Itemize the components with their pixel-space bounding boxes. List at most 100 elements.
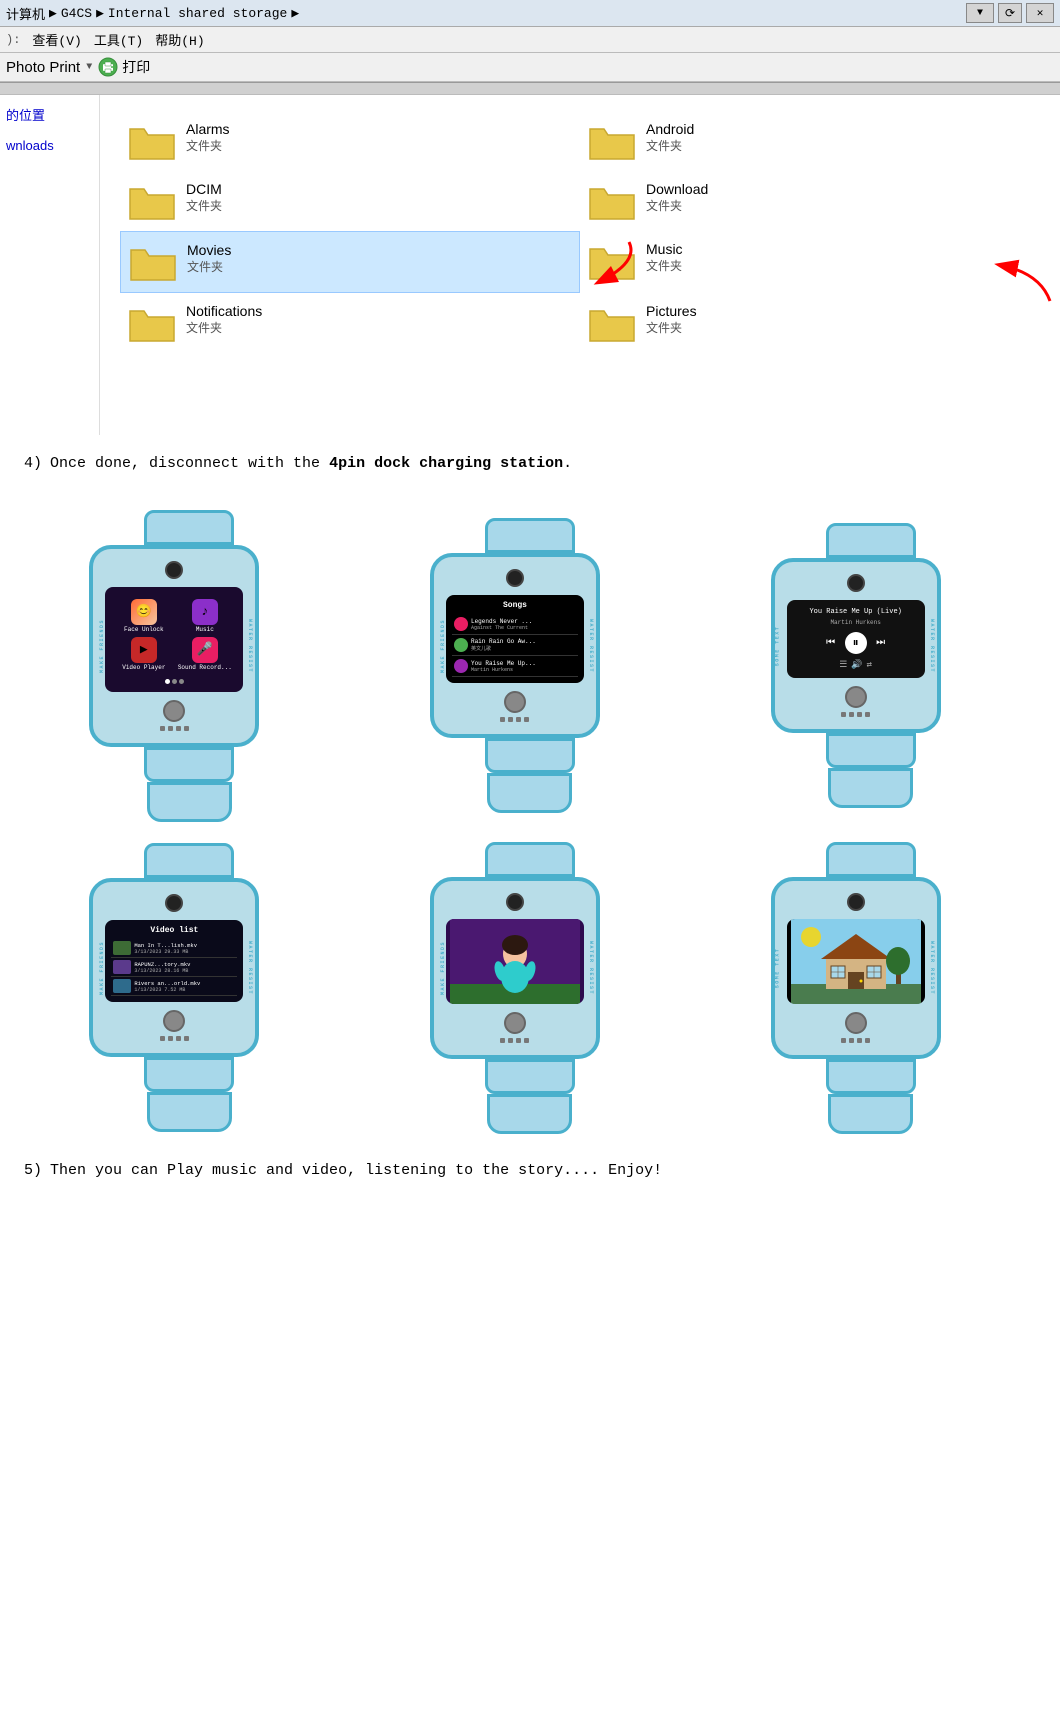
- menu-help[interactable]: 帮助(H): [155, 30, 204, 49]
- watch-2-song3-info: You Raise Me Up... Martin Hurkens: [471, 660, 576, 673]
- watch-2-song3-title: You Raise Me Up...: [471, 660, 576, 667]
- folder-info-pictures: Pictures 文件夹: [646, 303, 697, 336]
- menu-bar: ): 查看(V) 工具(T) 帮助(H): [0, 27, 1060, 53]
- watch-4-video3-title: Rivers an...orld.mkv: [134, 980, 235, 987]
- watch-3-vol-icon: 🔊: [851, 660, 862, 670]
- watch-4-bdot3: [176, 1036, 181, 1041]
- watch-6: SOME TEXT WATER RESIST: [771, 842, 971, 1134]
- folder-movies[interactable]: Movies 文件夹: [120, 231, 580, 293]
- watch-2-song2-info: Rain Rain Go Aw... 英文儿歌: [471, 638, 576, 652]
- watch-3-next[interactable]: ⏭: [873, 635, 889, 651]
- watch-6-strap-extended: [828, 1094, 913, 1134]
- watch-3-bdot2: [849, 712, 854, 717]
- watch-6-camera: [847, 893, 865, 911]
- path-segment-storage: Internal shared storage: [108, 6, 287, 21]
- folder-download[interactable]: Download 文件夹: [580, 171, 1040, 231]
- watch-4-left-text: MAKE FRIENDS: [99, 940, 105, 994]
- watch-2-left-text: MAKE FRIENDS: [440, 618, 446, 672]
- folder-info-dcim: DCIM 文件夹: [186, 181, 222, 214]
- watch-2-song1-artist: Against The Current: [471, 625, 576, 631]
- menu-view[interactable]: 查看(V): [32, 30, 81, 49]
- watch-1-strap-top: [144, 510, 234, 545]
- print-label: 打印: [122, 57, 150, 77]
- watch-4-home-button[interactable]: [163, 1010, 185, 1032]
- watch-1-home-button[interactable]: [163, 700, 185, 722]
- watch-2-song2-artist: 英文儿歌: [471, 645, 576, 652]
- watch-3-strap-extended: [828, 768, 913, 808]
- watch-4-bdot4: [184, 1036, 189, 1041]
- watch-3-right-text: WATER RESIST: [929, 618, 935, 672]
- watch-1-app-grid: 😊 Face Unlock ♪ Music ▶ Video Player: [111, 595, 237, 675]
- watch-1-dot: [165, 679, 170, 684]
- watch-5-bdot4: [524, 1038, 529, 1043]
- separator-bar: [0, 83, 1060, 95]
- watch-6-house-scene: [787, 919, 925, 1004]
- watch-3-container: SOME TEXT WATER RESIST You Raise Me Up (…: [705, 510, 1036, 822]
- folder-name-notifications: Notifications: [186, 303, 262, 319]
- folder-type-notifications: 文件夹: [186, 319, 262, 336]
- folder-icon-movies: [129, 242, 177, 282]
- folder-dcim[interactable]: DCIM 文件夹: [120, 171, 580, 231]
- watch-3-bdot1: [841, 712, 846, 717]
- photo-print-dropdown[interactable]: ▼: [86, 62, 92, 73]
- watch-3-case: SOME TEXT WATER RESIST You Raise Me Up (…: [771, 558, 941, 733]
- watch-1-dot3: [179, 679, 184, 684]
- watch-1-strap-extended: [147, 782, 232, 822]
- folder-android[interactable]: Android 文件夹: [580, 111, 1040, 171]
- folder-icon-android: [588, 121, 636, 161]
- watch-2-song2-dot: [454, 638, 468, 652]
- watch-2-home-button[interactable]: [504, 691, 526, 713]
- folder-name-dcim: DCIM: [186, 181, 222, 197]
- watch-1-bdot2: [168, 726, 173, 731]
- watch-1-music-label: Music: [196, 626, 214, 633]
- step5-number: 5): [24, 1160, 42, 1183]
- path-dropdown[interactable]: ▼: [966, 3, 994, 23]
- step4-section: 4) Once done, disconnect with the 4pin d…: [0, 435, 1060, 500]
- folder-icon-notifications: [128, 303, 176, 343]
- folder-pictures[interactable]: Pictures 文件夹: [580, 293, 1040, 353]
- folder-info-alarms: Alarms 文件夹: [186, 121, 230, 154]
- watch-1-camera: [165, 561, 183, 579]
- watch-2-bdot1: [500, 717, 505, 722]
- watch-6-home-button[interactable]: [845, 1012, 867, 1034]
- watch-1-top-notches: [147, 513, 231, 527]
- watch-3-left-text: SOME TEXT: [774, 625, 780, 666]
- left-panel-location[interactable]: 的位置: [6, 105, 93, 124]
- watch-3-bottom-dots: [787, 712, 925, 717]
- folder-info-notifications: Notifications 文件夹: [186, 303, 262, 336]
- watch-2-strap-extended: [487, 773, 572, 813]
- watch-3: SOME TEXT WATER RESIST You Raise Me Up (…: [771, 523, 971, 808]
- folder-music[interactable]: Music 文件夹: [580, 231, 1040, 293]
- step4-bold: 4pin dock charging station: [329, 455, 563, 472]
- folder-alarms[interactable]: Alarms 文件夹: [120, 111, 580, 171]
- watch-6-case: SOME TEXT WATER RESIST: [771, 877, 941, 1059]
- watch-5-animation: [446, 919, 584, 1004]
- left-panel-downloads[interactable]: wnloads: [6, 138, 93, 153]
- watch-1-dots: [111, 679, 237, 684]
- watch-4-bottom-dots: [105, 1036, 243, 1041]
- watch-grid-row1: MAKE FRIENDS WATER RESIST 😊 Face Unlock …: [0, 500, 1060, 832]
- watch-3-prev[interactable]: ⏮: [823, 635, 839, 651]
- print-button[interactable]: 打印: [98, 57, 150, 77]
- watch-2: MAKE FRIENDS WATER RESIST Songs Legends …: [430, 518, 630, 813]
- watch-3-home-button[interactable]: [845, 686, 867, 708]
- watch-1-bdot4: [184, 726, 189, 731]
- red-arrow-music: [980, 253, 1060, 308]
- watch-5-right-text: WATER RESIST: [588, 940, 594, 994]
- watch-6-strap-bottom: [826, 1059, 916, 1094]
- path-close-button[interactable]: ✕: [1026, 3, 1054, 23]
- path-refresh-button[interactable]: ⟳: [998, 3, 1022, 23]
- watch-4-video2-meta: 3/13/2023 28.16 MB: [134, 968, 235, 974]
- folder-notifications[interactable]: Notifications 文件夹: [120, 293, 580, 353]
- folder-grid: Alarms 文件夹 Android 文件夹 DCIM 文件夹: [100, 95, 1060, 435]
- watch-2-bdot3: [516, 717, 521, 722]
- folder-icon-download: [588, 181, 636, 221]
- watch-1-left-text: MAKE FRIENDS: [99, 618, 105, 672]
- watch-4-video2: RAPUNZ...tory.mkv 3/13/2023 28.16 MB: [111, 958, 237, 977]
- watch-5-home-button[interactable]: [504, 1012, 526, 1034]
- path-bar: 计算机 ▶ G4CS ▶ Internal shared storage ▶ ▼…: [0, 0, 1060, 27]
- watch-3-play[interactable]: ⏸: [845, 632, 867, 654]
- watch-2-song2-title: Rain Rain Go Aw...: [471, 638, 576, 645]
- menu-tools[interactable]: 工具(T): [94, 30, 143, 49]
- watch-2-strap-top: [485, 518, 575, 553]
